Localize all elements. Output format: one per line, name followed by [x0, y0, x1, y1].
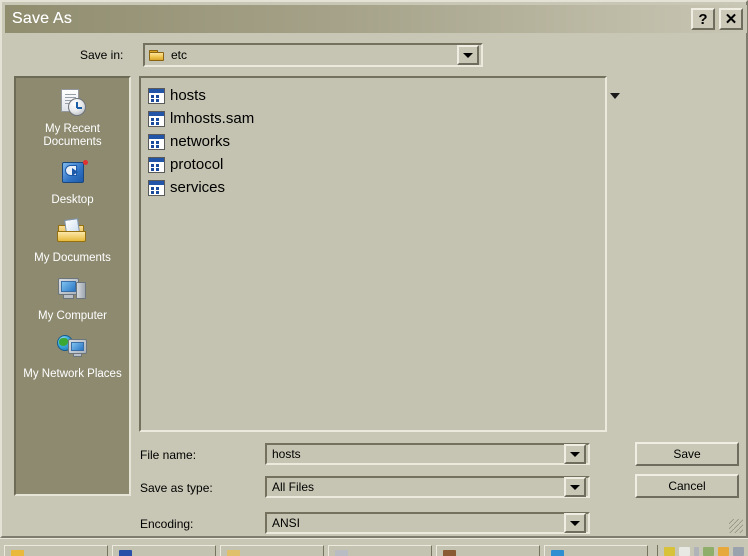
recent-documents-icon: [56, 88, 90, 120]
places-bar: My Recent Documents Desktop My Documents…: [14, 76, 131, 496]
tray-icon[interactable]: [694, 547, 699, 556]
help-button[interactable]: ?: [691, 8, 715, 30]
generic-file-icon: [148, 133, 165, 150]
save-as-type-value: All Files: [272, 480, 315, 494]
resize-grip[interactable]: [729, 519, 743, 533]
close-button[interactable]: ✕: [719, 8, 743, 30]
place-item-desktop[interactable]: Desktop: [16, 159, 129, 207]
folder-icon: [149, 49, 165, 62]
save-as-type-dropdown-button[interactable]: [564, 477, 586, 497]
tray-icon[interactable]: [718, 547, 729, 556]
taskbar-button[interactable]: [328, 545, 432, 556]
place-item-my-network-places[interactable]: My Network Places: [16, 333, 129, 381]
file-name: hosts: [170, 87, 206, 104]
tray-icon[interactable]: [733, 547, 744, 556]
file-name: networks: [170, 133, 231, 150]
save-in-value: etc: [171, 48, 188, 62]
save-in-label: Save in:: [80, 48, 124, 62]
taskbar-button[interactable]: [112, 545, 216, 556]
taskbar-item-icon: [227, 550, 240, 556]
file-list-item[interactable]: networks: [145, 130, 605, 153]
save-in-combobox[interactable]: etc: [143, 43, 483, 67]
file-name-value: hosts: [272, 447, 301, 461]
tray-icon[interactable]: [703, 547, 714, 556]
my-computer-icon: [56, 275, 90, 307]
cancel-button[interactable]: Cancel: [635, 474, 739, 498]
place-label: My Network Places: [23, 368, 122, 380]
place-label: My Documents: [34, 252, 111, 264]
file-name: protocol: [170, 156, 224, 173]
taskbar-item-icon: [443, 550, 456, 556]
place-item-my-computer[interactable]: My Computer: [16, 275, 129, 323]
file-list-item[interactable]: lmhosts.sam: [145, 107, 605, 130]
place-item-my-recent-documents[interactable]: My Recent Documents: [16, 88, 129, 149]
taskbar-item-icon: [11, 550, 24, 556]
file-list-item[interactable]: services: [145, 176, 605, 199]
title-bar: Save As ? ✕: [5, 5, 747, 33]
chevron-down-icon: [570, 451, 580, 457]
file-name: lmhosts.sam: [170, 110, 255, 127]
save-button[interactable]: Save: [635, 442, 739, 466]
chevron-down-icon: [570, 520, 580, 526]
views-chevron-down-icon[interactable]: [610, 93, 620, 99]
encoding-value: ANSI: [272, 516, 301, 530]
save-as-type-label: Save as type:: [140, 481, 213, 495]
tray-icon[interactable]: [664, 547, 675, 556]
taskbar-button[interactable]: [436, 545, 540, 556]
taskbar-item-icon: [119, 550, 132, 556]
network-places-icon: [56, 333, 90, 365]
desktop-icon: [56, 159, 90, 191]
generic-file-icon: [148, 110, 165, 127]
chevron-down-icon: [463, 52, 473, 58]
generic-file-icon: [148, 87, 165, 104]
file-name-combobox[interactable]: hosts: [265, 443, 590, 465]
encoding-combobox[interactable]: ANSI: [265, 512, 590, 534]
taskbar-button[interactable]: [544, 545, 648, 556]
tray-icon[interactable]: [679, 547, 690, 556]
save-as-dialog: Save As ? ✕ Save in: etc ✦: [0, 0, 748, 538]
save-in-dropdown-button[interactable]: [457, 45, 479, 65]
taskbar-item-icon: [335, 550, 348, 556]
place-label: Desktop: [51, 194, 94, 206]
place-label: My Computer: [37, 310, 108, 322]
system-tray: [657, 545, 748, 556]
generic-file-icon: [148, 156, 165, 173]
chevron-down-icon: [570, 484, 580, 490]
encoding-dropdown-button[interactable]: [564, 513, 586, 533]
save-in-row: Save in: etc ✦: [2, 42, 746, 105]
place-label: My Recent Documents: [43, 123, 102, 148]
file-name-label: File name:: [140, 448, 197, 462]
file-name: services: [170, 179, 226, 196]
file-list-item[interactable]: protocol: [145, 153, 605, 176]
file-list[interactable]: hosts lmhosts.sam networks protocol serv…: [139, 76, 607, 432]
my-documents-icon: [56, 217, 90, 249]
taskbar-item-icon: [551, 550, 564, 556]
save-as-type-combobox[interactable]: All Files: [265, 476, 590, 498]
place-item-my-documents[interactable]: My Documents: [16, 217, 129, 265]
file-name-dropdown-button[interactable]: [564, 444, 586, 464]
taskbar-button[interactable]: [4, 545, 108, 556]
generic-file-icon: [148, 179, 165, 196]
file-list-item[interactable]: hosts: [145, 84, 605, 107]
encoding-label: Encoding:: [140, 517, 194, 531]
taskbar: [0, 538, 748, 556]
taskbar-button[interactable]: [220, 545, 324, 556]
window-title: Save As: [12, 10, 73, 27]
